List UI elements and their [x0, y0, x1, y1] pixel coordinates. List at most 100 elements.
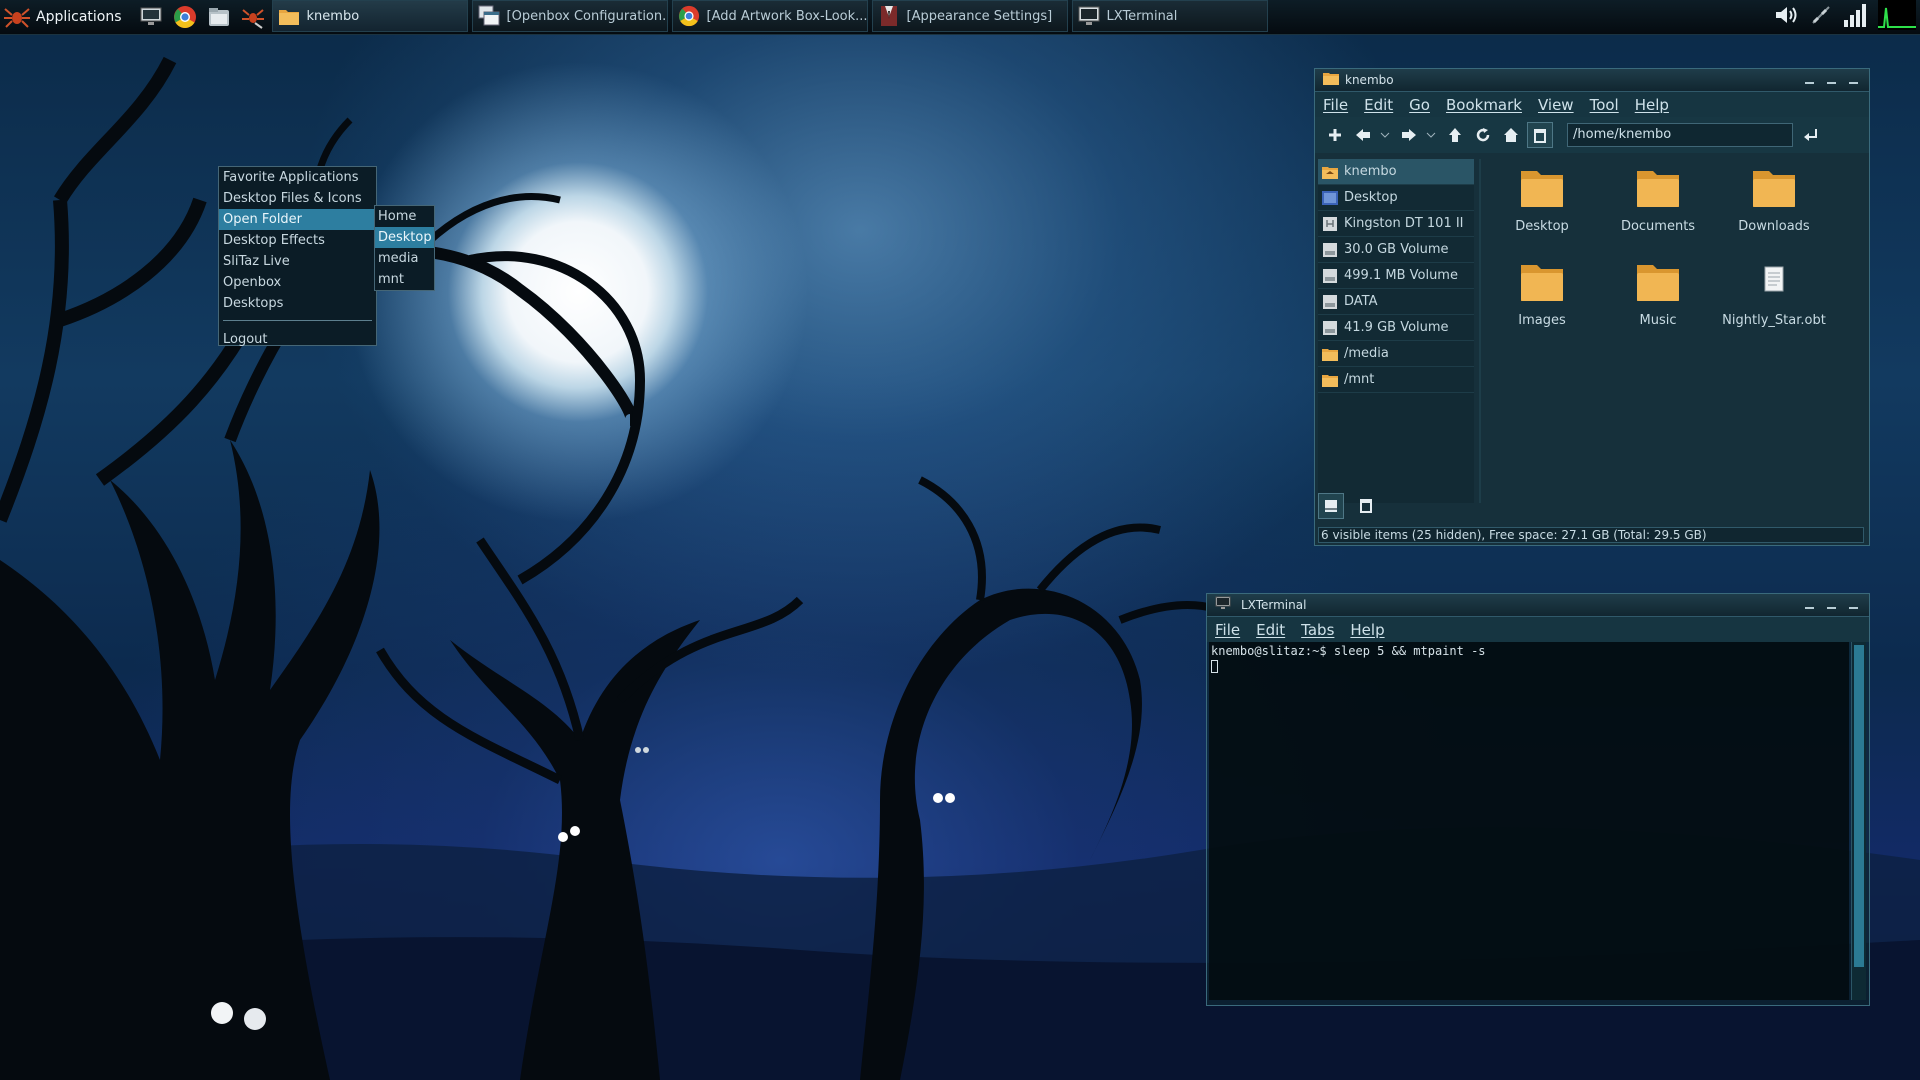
file-label: Desktop [1515, 219, 1569, 234]
location-bar[interactable]: /home/knembo [1567, 123, 1793, 147]
terminal-titlebar[interactable]: LXTerminal [1207, 594, 1869, 617]
back-history-chevron-icon[interactable] [1379, 123, 1391, 147]
sidebar-item-knembo[interactable]: knembo [1318, 159, 1474, 185]
menu-item-slitaz-live[interactable]: SliTaz Live [219, 251, 376, 272]
file-manager-icon[interactable] [206, 4, 232, 30]
task-knembo[interactable]: knembo [271, 0, 468, 32]
file-manager-toolbar: /home/knembo [1315, 117, 1869, 153]
appearance-icon [877, 4, 901, 28]
monitor-icon[interactable] [138, 4, 164, 30]
menu-item-favorite-applications[interactable]: Favorite Applications [219, 167, 376, 188]
go-icon[interactable] [1799, 123, 1823, 147]
chrome-icon[interactable] [172, 4, 198, 30]
task-add-artwork[interactable]: [Add Artwork Box-Look... [671, 0, 868, 32]
menu-item-desktop-files-icons[interactable]: Desktop Files & Icons [219, 188, 376, 209]
menu-tool[interactable]: Tool [1590, 96, 1619, 114]
menu-edit[interactable]: Edit [1256, 621, 1285, 639]
sidebar-label: /media [1344, 346, 1389, 361]
file-item-music[interactable]: Music [1601, 259, 1715, 328]
file-item-nightly-star[interactable]: Nightly_Star.obt [1717, 259, 1831, 328]
drive-icon [1323, 268, 1337, 283]
terminal-cursor [1211, 660, 1218, 673]
scrollbar-thumb[interactable] [1854, 645, 1864, 967]
file-manager-titlebar[interactable]: knembo [1315, 69, 1869, 92]
menu-help[interactable]: Help [1635, 96, 1669, 114]
network-icon[interactable] [1810, 4, 1832, 30]
submenu-item-media[interactable]: media [375, 248, 434, 269]
folder-icon [1753, 171, 1795, 207]
menu-go[interactable]: Go [1409, 96, 1430, 114]
forward-icon[interactable] [1397, 123, 1421, 147]
task-lxterminal[interactable]: LXTerminal [1071, 0, 1268, 32]
sidebar-label: 30.0 GB Volume [1344, 242, 1449, 257]
menu-item-open-folder[interactable]: Open Folder [219, 209, 376, 230]
desktop-icon [1322, 190, 1338, 205]
terminal-line: knembo@slitaz:~$ sleep 5 && mtpaint -s [1211, 644, 1486, 658]
file-label: Documents [1620, 219, 1696, 234]
applications-menu-button[interactable]: Applications [0, 0, 130, 34]
drive-icon [1323, 320, 1337, 335]
up-icon[interactable] [1443, 123, 1467, 147]
new-tab-icon[interactable] [1323, 123, 1347, 147]
system-tray [1774, 0, 1920, 34]
maximize-button[interactable] [1825, 599, 1837, 611]
menu-help[interactable]: Help [1350, 621, 1384, 639]
sidebar-item-499mb-volume[interactable]: 499.1 MB Volume [1318, 263, 1474, 289]
desktop-root-menu: Favorite Applications Desktop Files & Ic… [218, 166, 377, 347]
menu-file[interactable]: File [1323, 96, 1348, 114]
menu-file[interactable]: File [1215, 621, 1240, 639]
file-manager-menubar: File Edit Go Bookmark View Tool Help [1315, 92, 1869, 117]
close-button[interactable] [1847, 599, 1859, 611]
sidebar-item-kingston[interactable]: Kingston DT 101 II [1318, 211, 1474, 237]
menu-bookmark[interactable]: Bookmark [1446, 96, 1522, 114]
back-icon[interactable] [1351, 123, 1375, 147]
task-openbox-configuration[interactable]: [Openbox Configuration... [471, 0, 668, 32]
sidebar-label: DATA [1344, 294, 1378, 309]
submenu-item-home[interactable]: Home [375, 206, 434, 227]
maximize-button[interactable] [1825, 74, 1837, 86]
folder-icon [1323, 71, 1339, 89]
sidebar-item-30gb-volume[interactable]: 30.0 GB Volume [1318, 237, 1474, 263]
pane-splitter[interactable] [1479, 159, 1481, 503]
file-item-images[interactable]: Images [1485, 259, 1599, 328]
home-icon[interactable] [1499, 123, 1523, 147]
places-view-icon[interactable] [1318, 493, 1344, 519]
forward-history-chevron-icon[interactable] [1425, 123, 1437, 147]
minimize-button[interactable] [1803, 599, 1815, 611]
places-sidebar: knembo Desktop Kingston DT 101 II 30.0 G… [1318, 159, 1474, 503]
terminal-scrollbar[interactable] [1851, 642, 1866, 1000]
volume-icon[interactable] [1774, 4, 1800, 30]
terminal-output[interactable]: knembo@slitaz:~$ sleep 5 && mtpaint -s [1209, 642, 1849, 1000]
menu-view[interactable]: View [1538, 96, 1574, 114]
menu-item-logout[interactable]: Logout [219, 329, 376, 350]
signal-icon[interactable] [1842, 2, 1868, 32]
sidebar-item-desktop[interactable]: Desktop [1318, 185, 1474, 211]
applications-label: Applications [36, 9, 122, 25]
spider-tools-icon[interactable] [240, 4, 266, 30]
task-appearance-settings[interactable]: [Appearance Settings] [871, 0, 1068, 32]
close-button[interactable] [1847, 74, 1859, 86]
submenu-item-mnt[interactable]: mnt [375, 269, 434, 290]
file-item-downloads[interactable]: Downloads [1717, 165, 1831, 234]
file-item-documents[interactable]: Documents [1601, 165, 1715, 234]
menu-item-openbox[interactable]: Openbox [219, 272, 376, 293]
terminal-icon [1077, 4, 1101, 28]
submenu-item-desktop[interactable]: Desktop [375, 227, 434, 248]
sidebar-item-41gb-volume[interactable]: 41.9 GB Volume [1318, 315, 1474, 341]
quick-launch-bar [138, 4, 266, 30]
sidebar-item-mnt[interactable]: /mnt [1318, 367, 1474, 393]
minimize-button[interactable] [1803, 74, 1815, 86]
open-folder-submenu: Home Desktop media mnt [374, 205, 435, 291]
menu-tabs[interactable]: Tabs [1301, 621, 1334, 639]
menu-edit[interactable]: Edit [1364, 96, 1393, 114]
reload-icon[interactable] [1471, 123, 1495, 147]
file-label: Nightly_Star.obt [1722, 313, 1826, 328]
tree-view-icon[interactable] [1354, 493, 1378, 517]
file-item-desktop[interactable]: Desktop [1485, 165, 1599, 234]
menu-item-desktops[interactable]: Desktops [219, 293, 376, 314]
trash-icon[interactable] [1527, 122, 1553, 148]
menu-item-desktop-effects[interactable]: Desktop Effects [219, 230, 376, 251]
sidebar-item-data[interactable]: DATA [1318, 289, 1474, 315]
cpu-graph-icon[interactable] [1878, 0, 1916, 34]
sidebar-item-media[interactable]: /media [1318, 341, 1474, 367]
